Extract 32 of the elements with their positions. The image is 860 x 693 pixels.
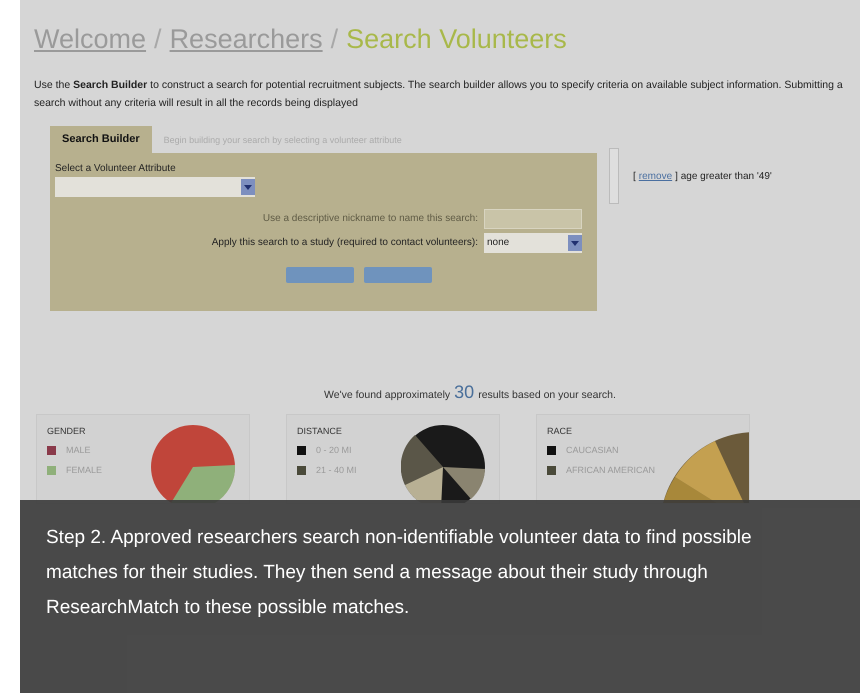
preview-button[interactable] (286, 266, 354, 282)
field-label: Apply this search to a study (required to contact volunteers): (212, 236, 478, 250)
nickname-field[interactable] (484, 208, 582, 228)
results-text: We've found approximately (324, 388, 450, 402)
card-title: RACE (547, 424, 574, 438)
legend-label: MALE (66, 444, 91, 457)
criteria-text: ] age greater than '49' (675, 170, 772, 184)
search-builder-tab[interactable]: Search Builder (50, 126, 152, 152)
attribute-dropdown[interactable] (55, 176, 255, 196)
card-title: GENDER (47, 424, 87, 438)
page-title: Search Volunteers (346, 23, 567, 56)
breadcrumb-separator: / (330, 23, 338, 56)
breadcrumb-link[interactable]: Welcome (34, 22, 146, 56)
breadcrumb-separator: / (154, 23, 162, 56)
caption-text: Step 2. Approved researchers search non-identifiable volunteer data to find possible matches for their studies. They then send a message about their study through ResearchMatch to these possible matches. (46, 526, 753, 620)
legend-label: 0 - 20 MI (316, 444, 352, 457)
legend-label: AFRICAN AMERICAN (566, 464, 656, 476)
criteria-panel (609, 148, 619, 204)
field-label: Use a descriptive nickname to name this search: (262, 212, 478, 226)
results-text: results based on your search. (478, 388, 616, 402)
study-dropdown[interactable]: none (484, 232, 582, 252)
remove-link[interactable]: remove (638, 168, 672, 184)
breadcrumb-link[interactable]: Researchers (170, 22, 323, 56)
legend-label: CAUCASIAN (566, 444, 619, 457)
search-button[interactable] (364, 266, 432, 282)
legend-label: FEMALE (66, 464, 102, 476)
legend-label: 21 - 40 MI (316, 464, 357, 476)
field-label: Select a Volunteer Attribute (55, 162, 177, 176)
intro-text: Use the Search Builder to construct a search for potential recruitment subjects. The search builder allows you to specify criteria on available subject information. Submitting a search without any criteria will result in all the records being displayed (33, 78, 844, 111)
bracket-text: [ (633, 170, 636, 184)
card-title: DISTANCE (297, 424, 343, 438)
results-count: 30 (454, 380, 474, 404)
